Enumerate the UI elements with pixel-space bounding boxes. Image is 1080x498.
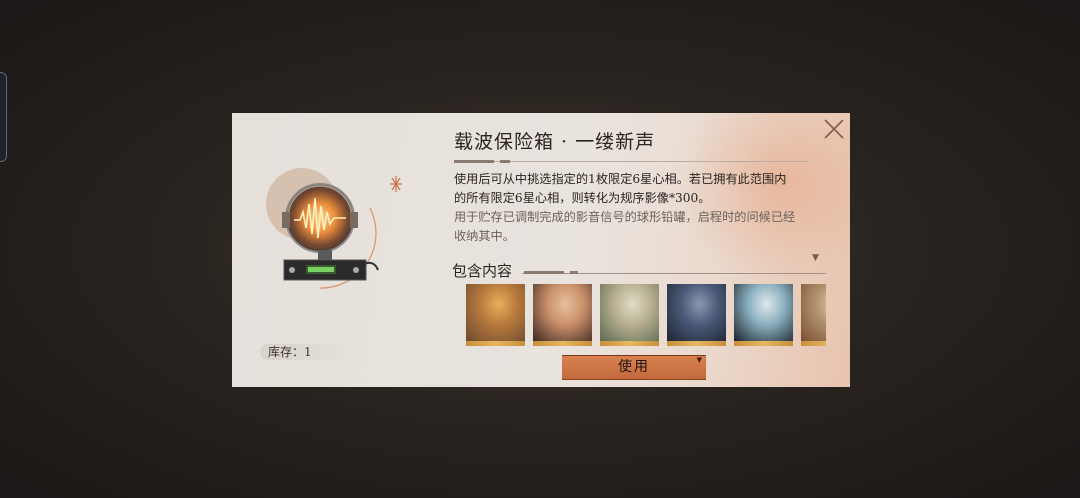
card-artwork	[466, 284, 525, 341]
item-description: 使用后可从中挑选指定的1枚限定6星心相。若已拥有此范围内 的所有限定6星心相，则…	[454, 170, 834, 208]
card-rarity-band	[801, 341, 826, 346]
card-rarity-band	[734, 341, 793, 346]
contents-divider	[522, 273, 826, 274]
contents-card-list[interactable]	[466, 284, 826, 346]
contents-divider-accent-small	[570, 271, 578, 274]
card-artwork	[667, 284, 726, 341]
stock-count: 库存：1	[260, 344, 358, 360]
description-line: 的所有限定6星心相，则转化为规序影像*300。	[454, 191, 711, 205]
card-rarity-band	[466, 341, 525, 346]
card-rarity-band	[667, 341, 726, 346]
lore-line: 用于贮存已调制完成的影音信号的球形铅罐，启程时的问候已经	[454, 210, 796, 224]
contents-heading: 包含内容	[452, 262, 513, 280]
item-dialog: 库存：1 载波保险箱 · 一缕新声 使用后可从中挑选指定的1枚限定6星心相。若已…	[232, 113, 850, 387]
card-artwork	[533, 284, 592, 341]
contents-card[interactable]	[466, 284, 525, 346]
item-title: 载波保险箱 · 一缕新声	[454, 131, 656, 153]
contents-card[interactable]	[600, 284, 659, 346]
card-artwork	[734, 284, 793, 341]
card-rarity-band	[600, 341, 659, 346]
card-rarity-band	[533, 341, 592, 346]
contents-card[interactable]	[801, 284, 826, 346]
corner-triangle-icon: ▼	[696, 356, 704, 364]
close-icon	[824, 119, 844, 139]
scroll-down-icon[interactable]: ▼	[812, 253, 819, 263]
title-divider-accent-small	[500, 160, 510, 163]
use-button[interactable]: 使用 ▼	[562, 355, 706, 380]
left-edge-tab[interactable]	[0, 72, 7, 162]
radio-globe-icon	[260, 168, 410, 293]
description-line: 使用后可从中挑选指定的1枚限定6星心相。若已拥有此范围内	[454, 172, 787, 186]
item-lore: 用于贮存已调制完成的影音信号的球形铅罐，启程时的问候已经 收纳其中。	[454, 208, 834, 246]
lore-line: 收纳其中。	[454, 229, 515, 243]
contents-card[interactable]	[734, 284, 793, 346]
use-button-label: 使用	[618, 359, 650, 375]
contents-card[interactable]	[667, 284, 726, 346]
close-button[interactable]	[822, 117, 846, 141]
card-artwork	[801, 284, 826, 341]
card-artwork	[600, 284, 659, 341]
contents-card[interactable]	[533, 284, 592, 346]
contents-divider-accent	[524, 271, 564, 274]
title-divider-accent	[454, 160, 494, 163]
